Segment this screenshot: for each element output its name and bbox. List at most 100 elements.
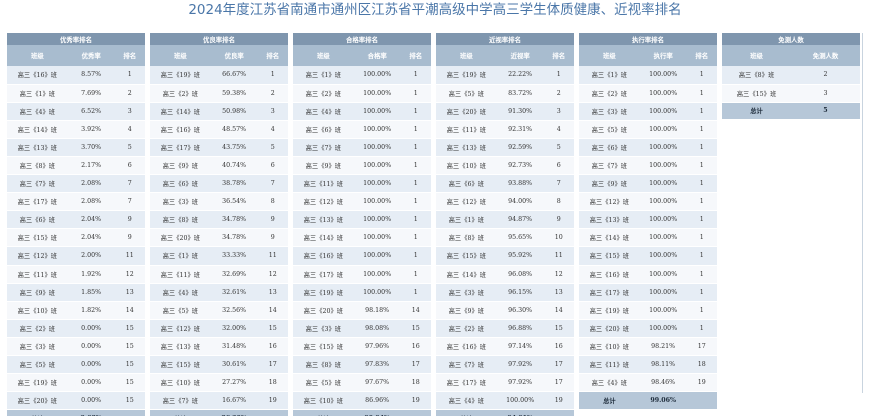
column-header[interactable]: 执行率 <box>639 45 687 66</box>
table-cell: 高三《13》班 <box>293 210 354 230</box>
panel-caption: 优良率排名 <box>150 33 288 45</box>
table-cell: 高三《20》班 <box>7 391 68 411</box>
table-cell: 1 <box>686 246 717 266</box>
table-cell: 0.00% <box>67 319 115 338</box>
table-cell: 17 <box>543 355 574 375</box>
table-cell: 100.00% <box>639 301 687 320</box>
table-row: 高三《4》班 32.61% 13 <box>150 283 288 302</box>
table-row: 高三《16》班 8.57% 1 <box>7 66 145 85</box>
table-cell: 4 <box>257 120 288 139</box>
table-cell: 高三《19》班 <box>150 66 211 85</box>
table-row: 高三《20》班 100.00% 1 <box>579 319 717 338</box>
table-cell: 1 <box>686 84 717 103</box>
table-cell: 高三《14》班 <box>293 228 354 248</box>
ranking-panel: 合格率排名 班级 合格率 排名 高三《1》班 100.00% 1 高三《2》班 100.00% 1… <box>293 33 431 416</box>
ranking-panel: 优秀率排名 班级 优秀率 排名 高三《16》班 8.57% 1 高三《1》班 7.69% 2 高三《… <box>7 33 145 416</box>
table-cell: 96.08% <box>496 265 544 284</box>
table-cell: 8.57% <box>67 66 115 85</box>
table-cell: 100.00% <box>353 265 401 284</box>
column-header[interactable]: 排名 <box>257 45 288 66</box>
table-cell: 97.92% <box>496 355 544 375</box>
scrollbar-track[interactable] <box>862 33 863 393</box>
column-header[interactable]: 排名 <box>400 45 431 66</box>
table-cell: 36.54% <box>210 192 258 212</box>
table-cell: 15 <box>114 319 145 338</box>
table-cell: 16 <box>257 337 288 357</box>
column-header[interactable]: 班级 <box>436 45 497 66</box>
table-cell: 高三《13》班 <box>436 138 497 157</box>
table-cell: 1 <box>400 210 431 230</box>
table-cell: 15 <box>114 337 145 357</box>
table-row: 高三《12》班 32.00% 15 <box>150 319 288 338</box>
table-cell: 高三《20》班 <box>579 319 640 338</box>
table-cell: 1 <box>400 66 431 85</box>
total-row: 总计94.01% <box>436 409 574 416</box>
table-cell: 高三《4》班 <box>150 283 211 302</box>
table-cell: 1 <box>686 192 717 212</box>
table-cell: 10 <box>543 228 574 248</box>
table-cell: 100.00% <box>639 265 687 284</box>
column-header[interactable]: 班级 <box>150 45 211 66</box>
column-header[interactable]: 排名 <box>543 45 574 66</box>
table-cell: 高三《9》班 <box>293 156 354 176</box>
table-cell: 5 <box>543 138 574 157</box>
table-cell: 16 <box>400 337 431 357</box>
table-cell: 高三《8》班 <box>436 228 497 248</box>
table-cell: 1 <box>400 174 431 194</box>
table-row: 高三《1》班 94.87% 9 <box>436 210 574 230</box>
ranking-table: 近视率排名 班级 近视率 排名 高三《19》班 22.22% 1 高三《5》班 83.72% 2 高… <box>436 33 574 416</box>
table-cell: 100.00% <box>639 283 687 302</box>
table-cell: 1 <box>400 265 431 284</box>
table-cell: 96.30% <box>496 301 544 320</box>
table-cell: 1 <box>400 192 431 212</box>
table-cell: 100.00% <box>353 102 401 121</box>
table-row: 高三《15》班 30.61% 17 <box>150 355 288 375</box>
table-cell: 高三《2》班 <box>436 319 497 338</box>
table-cell: 高三《9》班 <box>579 174 640 194</box>
table-row: 高三《4》班 98.46% 19 <box>579 373 717 393</box>
table-cell: 高三《15》班 <box>579 246 640 266</box>
table-cell: 19 <box>543 391 574 411</box>
table-row: 高三《13》班 31.48% 16 <box>150 337 288 357</box>
table-cell: 6 <box>543 156 574 176</box>
table-row: 高三《20》班 98.18% 14 <box>293 301 431 320</box>
total-row: 总计99.04% <box>293 409 431 416</box>
table-cell: 100.00% <box>353 246 401 266</box>
column-header[interactable]: 班级 <box>722 45 791 66</box>
table-cell: 高三《3》班 <box>436 283 497 302</box>
table-cell: 2.08% <box>67 192 115 212</box>
column-header[interactable]: 排名 <box>686 45 717 66</box>
table-cell: 2 <box>543 84 574 103</box>
total-row: 总计36.29% <box>150 409 288 416</box>
table-cell: 9 <box>257 228 288 248</box>
column-header[interactable]: 优良率 <box>210 45 258 66</box>
total-cell <box>400 409 431 416</box>
table-row: 高三《8》班 2.17% 6 <box>7 156 145 176</box>
column-header[interactable]: 合格率 <box>353 45 401 66</box>
column-header[interactable]: 免测人数 <box>791 45 860 66</box>
column-header[interactable]: 班级 <box>293 45 354 66</box>
table-cell: 高三《6》班 <box>579 138 640 157</box>
table-cell: 高三《17》班 <box>293 265 354 284</box>
table-cell: 14 <box>543 301 574 320</box>
table-row: 高三《1》班 100.00% 1 <box>293 66 431 85</box>
table-cell: 高三《7》班 <box>293 138 354 157</box>
ranking-panel: 优良率排名 班级 优良率 排名 高三《19》班 66.67% 1 高三《2》班 59.38% 2 高… <box>150 33 288 416</box>
table-cell: 100.00% <box>639 156 687 176</box>
table-row: 高三《3》班 96.15% 13 <box>436 283 574 302</box>
table-row: 高三《8》班 97.83% 17 <box>293 355 431 375</box>
table-row: 高三《5》班 100.00% 1 <box>579 120 717 139</box>
table-cell: 9 <box>257 210 288 230</box>
table-cell: 高三《13》班 <box>150 337 211 357</box>
table-cell: 高三《6》班 <box>293 120 354 139</box>
table-cell: 高三《2》班 <box>150 84 211 103</box>
table-row: 高三《5》班 97.67% 18 <box>293 373 431 393</box>
column-header[interactable]: 班级 <box>7 45 68 66</box>
column-header[interactable]: 班级 <box>579 45 640 66</box>
table-cell: 1 <box>400 246 431 266</box>
panel-caption: 合格率排名 <box>293 33 431 45</box>
column-header[interactable]: 排名 <box>114 45 145 66</box>
column-header[interactable]: 优秀率 <box>67 45 115 66</box>
table-row: 高三《9》班 96.30% 14 <box>436 301 574 320</box>
column-header[interactable]: 近视率 <box>496 45 544 66</box>
